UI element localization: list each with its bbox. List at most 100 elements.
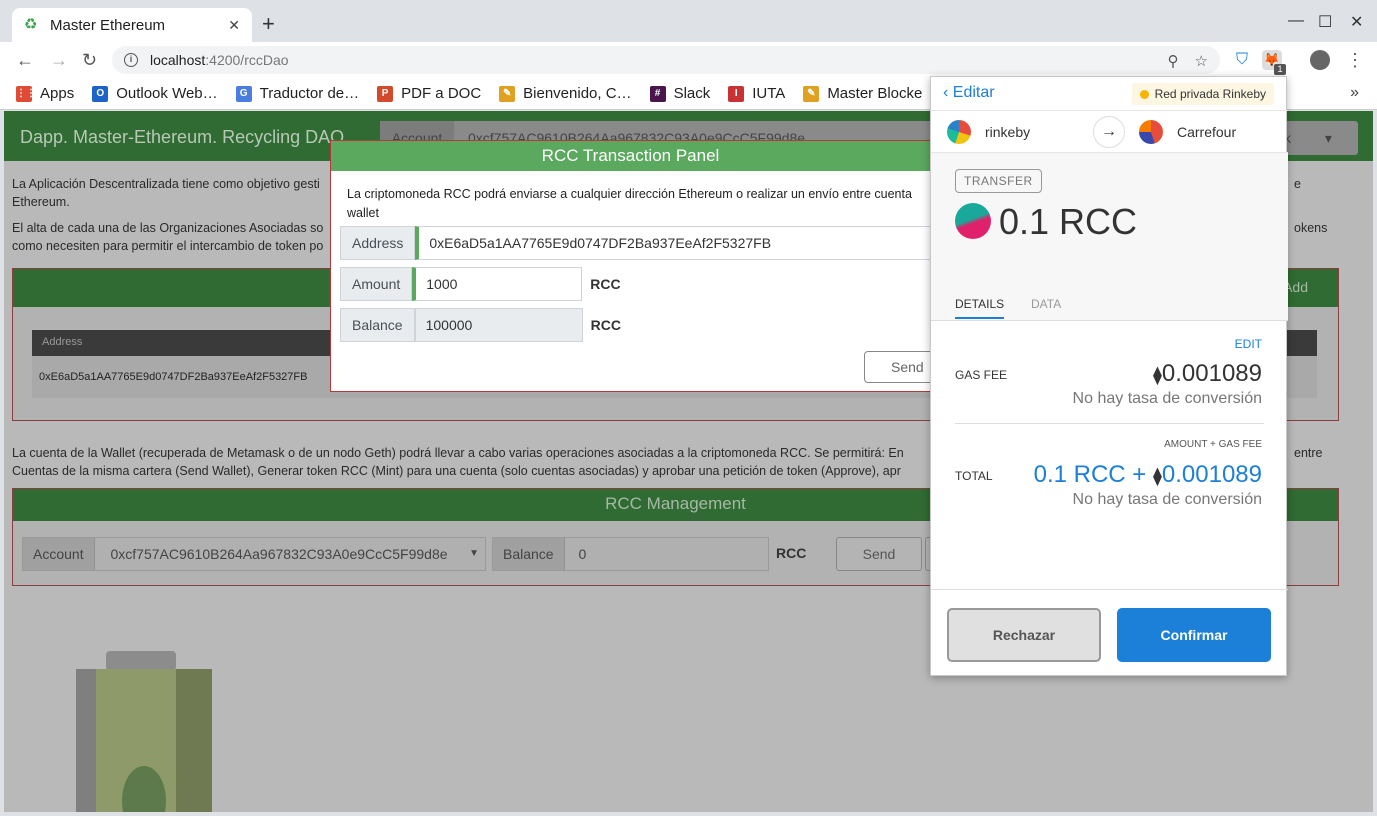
bookmark-master[interactable]: ✎ Master Blocke	[803, 85, 922, 102]
tab-title: Master Ethereum	[50, 16, 166, 34]
menu-kebab-icon[interactable]: ⋮	[1346, 50, 1364, 70]
bookmark-star-icon[interactable]: ☆	[1195, 52, 1208, 70]
amount-unit: RCC	[590, 276, 621, 292]
wallet-text-1b: entre	[1294, 444, 1323, 462]
gas-conversion-note: No hay tasa de conversión	[1072, 390, 1262, 407]
arrow-right-icon: →	[1093, 116, 1125, 148]
wallet-text-2: Cuentas de la misma cartera (Send Wallet…	[12, 464, 901, 478]
to-account-name: Carrefour	[1177, 124, 1237, 140]
mgmt-send-button[interactable]: Send	[836, 537, 922, 571]
to-account-avatar	[1139, 120, 1163, 144]
extension-badge: 1	[1274, 64, 1286, 75]
browser-tab[interactable]: ♻ Master Ethereum ✕	[12, 8, 252, 42]
balance-input: 100000	[414, 308, 583, 342]
bookmark-translator[interactable]: G Traductor de…	[235, 85, 359, 102]
intro-text-1b: e	[1294, 177, 1301, 191]
modal-title: RCC Transaction Panel	[331, 141, 930, 171]
slack-icon: #	[649, 85, 666, 102]
address-label: Address	[340, 226, 416, 260]
translate-icon: G	[235, 85, 252, 102]
bookmark-iuta[interactable]: I IUTA	[728, 85, 785, 102]
amount-label: Amount	[340, 267, 413, 301]
browser-window: ♻ Master Ethereum ✕ + — ☐ ✕ ← → ↻ i loca…	[0, 0, 1377, 816]
reload-icon[interactable]: ↻	[82, 50, 97, 70]
forward-arrow-icon[interactable]: →	[50, 50, 68, 70]
modal-description: La criptomoneda RCC podrá enviarse a cua…	[347, 187, 912, 220]
total-label: TOTAL	[955, 469, 993, 483]
transfer-amount: 0.1 RCC	[999, 201, 1138, 242]
window-close-icon[interactable]: ✕	[1350, 12, 1363, 32]
maximize-icon[interactable]: ☐	[1318, 12, 1332, 32]
battery-illustration	[76, 651, 212, 812]
amount-gas-label: AMOUNT + GAS FEE	[1164, 439, 1262, 450]
edit-back-button[interactable]: ‹ Editar	[943, 84, 995, 102]
pdf-icon: P	[377, 85, 394, 102]
info-icon[interactable]: i	[124, 53, 138, 67]
bookmark-slack[interactable]: # Slack	[649, 85, 710, 102]
intro-text-1c: Ethereum.	[12, 195, 70, 209]
mgmt-unit: RCC	[776, 545, 807, 561]
tab-strip: ♻ Master Ethereum ✕ + — ☐ ✕	[0, 0, 1377, 42]
edit-gas-link[interactable]: EDIT	[1235, 337, 1262, 351]
omnibox[interactable]: i localhost:4200/rccDao ⚲ ☆	[112, 46, 1220, 74]
tab-details[interactable]: DETAILS	[955, 297, 1005, 319]
apps-grid-icon: ⋮⋮	[16, 85, 36, 102]
eth-diamond-icon: ⧫	[1152, 466, 1162, 486]
token-identicon	[955, 203, 991, 239]
bookmark-bienvenido[interactable]: ✎ Bienvenido, C…	[499, 85, 632, 102]
intro-text-1: La Aplicación Descentralizada tiene como…	[12, 177, 320, 191]
close-tab-icon[interactable]: ✕	[228, 17, 240, 34]
from-account-name: rinkeby	[985, 124, 1031, 140]
transfer-badge: TRANSFER	[955, 169, 1042, 193]
bookmark-pdf[interactable]: P PDF a DOC	[377, 85, 481, 102]
bookmark-apps[interactable]: ⋮⋮ Apps	[16, 85, 74, 102]
gas-fee-value: ⧫0.001089	[1152, 360, 1262, 387]
eth-diamond-icon: ⧫	[1152, 365, 1162, 385]
chevron-left-icon: ‹	[943, 84, 953, 101]
network-dot-icon	[1139, 89, 1149, 99]
total-conversion-note: No hay tasa de conversión	[1072, 491, 1262, 508]
intro-text-2c: como necesiten para permitir el intercam…	[12, 239, 324, 253]
details-tabs: DETAILS DATA	[931, 291, 1288, 321]
mgmt-account-select[interactable]: Account 0xcf757AC9610B264Aa967832C93A0e9…	[22, 537, 486, 571]
pencil-icon: ✎	[803, 85, 820, 102]
total-value: 0.1 RCC + ⧫0.001089	[1033, 461, 1262, 488]
divider	[955, 423, 1264, 424]
gas-fee-label: GAS FEE	[955, 368, 1008, 382]
tab-data[interactable]: DATA	[1031, 297, 1061, 311]
address-input[interactable]: 0xE6aD5a1AA7765E9d0747DF2Ba937EeAf2F5327…	[415, 226, 936, 260]
minimize-icon[interactable]: —	[1288, 12, 1304, 30]
network-badge: Red privada Rinkeby	[1131, 83, 1274, 105]
new-tab-button[interactable]: +	[262, 12, 275, 36]
balance-unit: RCC	[590, 317, 621, 333]
shield-extension-icon[interactable]: ⛉	[1232, 50, 1252, 70]
transaction-parties: rinkeby → Carrefour	[931, 111, 1288, 153]
balance-label: Balance	[340, 308, 415, 342]
metamask-top-bar: ‹ Editar Red privada Rinkeby	[931, 77, 1288, 111]
iuta-icon: I	[728, 85, 745, 102]
address-row: Address 0xE6aD5a1AA7765E9d0747DF2Ba937Ee…	[340, 226, 936, 260]
profile-avatar[interactable]	[1310, 50, 1330, 70]
from-account-avatar	[947, 120, 971, 144]
app-title: Dapp. Master-Ethereum. Recycling DAO	[20, 127, 345, 147]
rcc-transaction-modal: RCC Transaction Panel La criptomoneda RC…	[330, 140, 944, 392]
intro-text-2: El alta de cada una de las Organizacione…	[12, 221, 324, 235]
outlook-icon: O	[92, 85, 109, 102]
mgmt-balance-field: Balance 0	[492, 537, 769, 571]
intro-text-2b: okens	[1294, 221, 1328, 235]
pencil-icon: ✎	[499, 85, 516, 102]
url-text[interactable]: localhost:4200/rccDao	[150, 52, 289, 68]
confirm-button[interactable]: Confirmar	[1117, 608, 1271, 662]
amount-input[interactable]: 1000	[412, 267, 583, 301]
metamask-popup: ‹ Editar Red privada Rinkeby rinkeby → C…	[930, 76, 1288, 677]
back-arrow-icon[interactable]: ←	[16, 50, 34, 70]
bookmark-outlook[interactable]: O Outlook Web…	[92, 85, 218, 102]
recycle-icon: ♻	[24, 16, 38, 33]
reject-button[interactable]: Rechazar	[947, 608, 1101, 662]
metamask-footer: Rechazar Confirmar	[931, 589, 1288, 677]
address-toolbar: ← → ↻ i localhost:4200/rccDao ⚲ ☆ ⛉ 🦊 1 …	[0, 42, 1377, 78]
balance-row: Balance 100000 RCC	[340, 308, 621, 342]
bookmarks-overflow-icon[interactable]: »	[1350, 84, 1359, 102]
zoom-icon[interactable]: ⚲	[1168, 52, 1179, 70]
amount-row: Amount 1000 RCC	[340, 267, 621, 301]
